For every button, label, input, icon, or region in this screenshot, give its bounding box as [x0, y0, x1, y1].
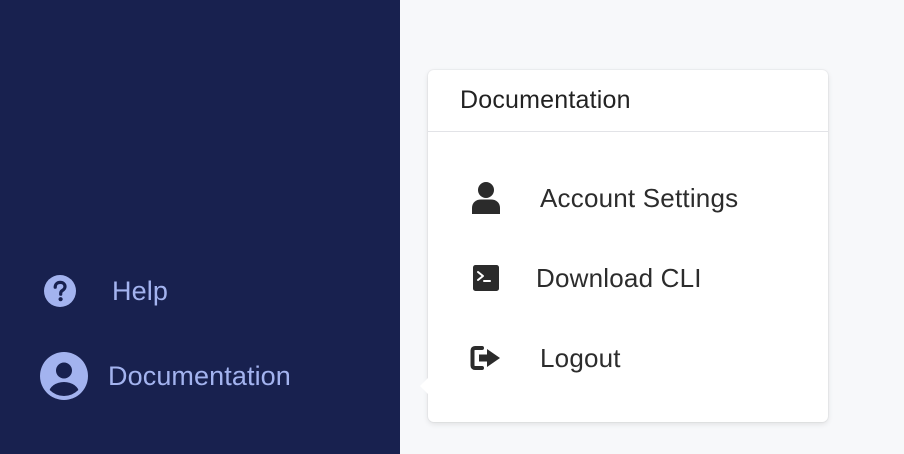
- sidebar-item-label: Help: [112, 275, 168, 306]
- menu-item-label: Logout: [540, 342, 621, 373]
- account-settings-menu-item[interactable]: Account Settings: [428, 168, 828, 228]
- logout-menu-item[interactable]: Logout: [428, 328, 828, 388]
- sidebar-item-help[interactable]: Help: [40, 270, 168, 312]
- documentation-popover: Documentation Account Settings Download …: [420, 70, 828, 422]
- download-cli-menu-item[interactable]: Download CLI: [428, 248, 828, 308]
- user-circle-icon: [40, 350, 88, 402]
- sidebar-item-label: Documentation: [108, 360, 291, 391]
- sign-out-icon: [470, 341, 502, 375]
- terminal-icon: [470, 261, 502, 295]
- sidebar: Help Documentation: [0, 0, 400, 454]
- question-circle-icon: [40, 270, 80, 312]
- popover-title: Documentation: [460, 86, 631, 114]
- menu-item-label: Download CLI: [536, 262, 702, 293]
- popover-arrow: [420, 378, 428, 394]
- popover-header: Documentation: [428, 70, 828, 132]
- user-icon: [470, 181, 502, 215]
- sidebar-item-documentation[interactable]: Documentation: [40, 350, 291, 402]
- menu-item-label: Account Settings: [540, 182, 739, 213]
